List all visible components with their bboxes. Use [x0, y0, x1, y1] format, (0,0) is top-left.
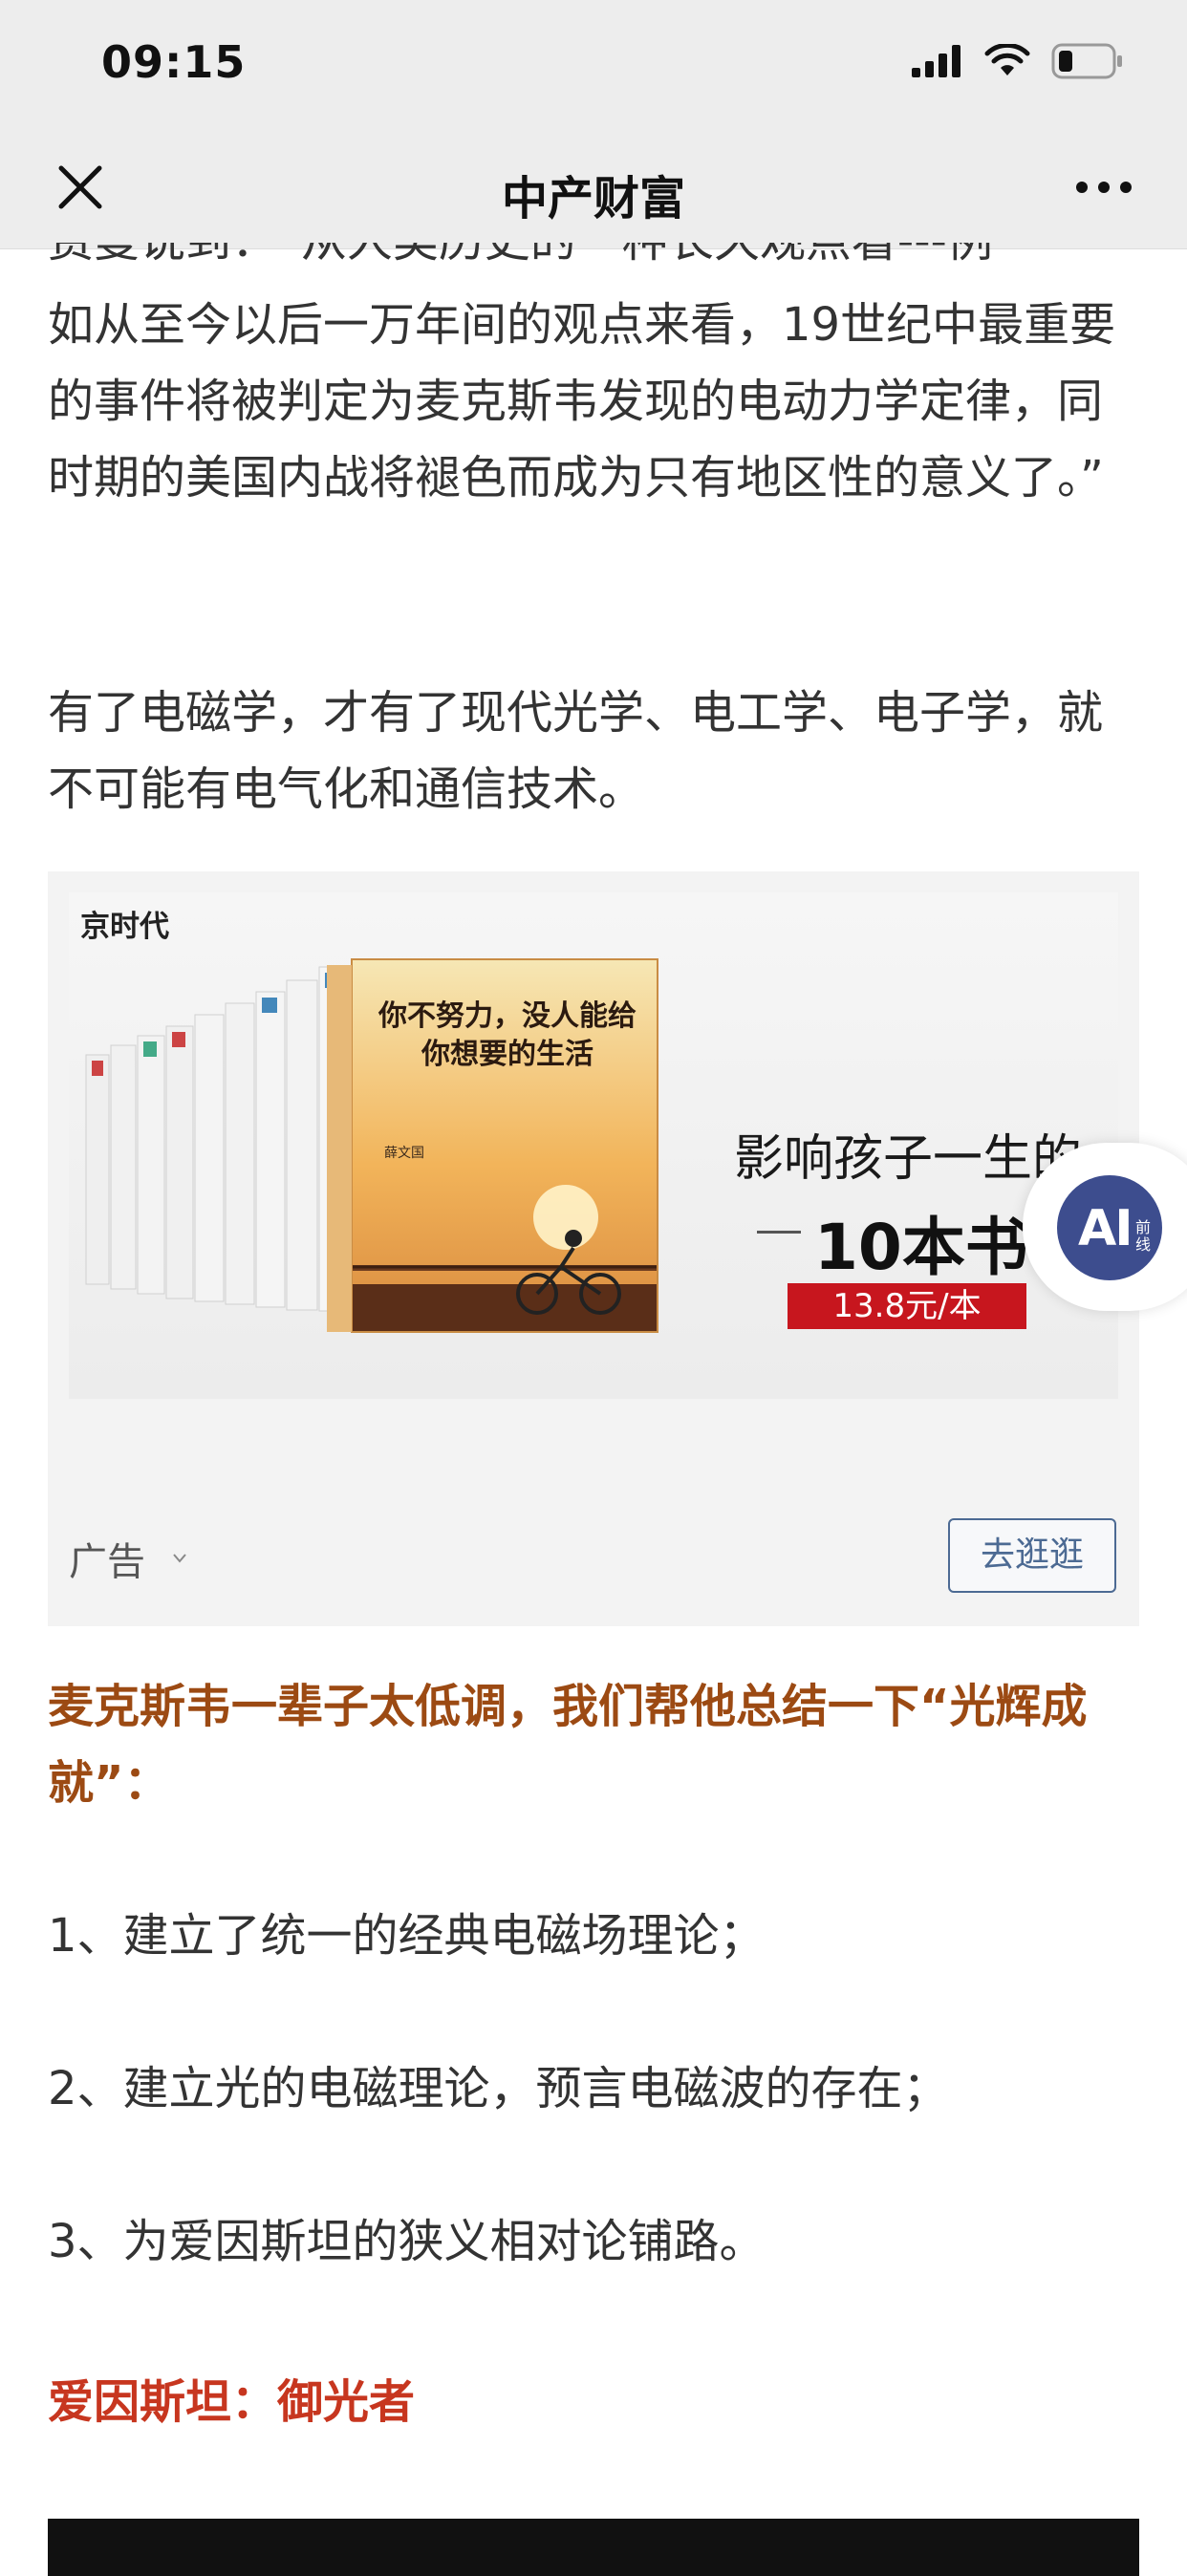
ad-subhead: 10本书	[814, 1211, 1028, 1284]
paragraph: 如从至今以后一万年间的观点来看，19世纪中最重要的事件将被判定为麦克斯韦发现的电…	[48, 298, 1116, 504]
status-bar: 09:15	[0, 0, 1187, 124]
ad-headline: 影响孩子一生的	[734, 1130, 1083, 1188]
ad-card[interactable]: 京时代 你不努力，没人能给你想要的生活 薛文国 影响孩子一生的 10本书 13.…	[48, 871, 1139, 1626]
battery-icon	[1051, 43, 1122, 79]
highlight-paragraph: 麦克斯韦一辈子太低调，我们帮他总结一下“光辉成就”：	[48, 1680, 1088, 1810]
cut-off-line: 费曼说到：“从人类历史的一种长久观点看---例	[48, 243, 1139, 266]
status-icons	[912, 42, 1124, 80]
ai-badge-text: AI	[1078, 1200, 1133, 1257]
ad-cover-title: 你不努力，没人能给你想要的生活	[378, 999, 637, 1071]
ad-dash	[757, 1231, 801, 1234]
ai-badge: AI 前线	[1057, 1175, 1162, 1280]
nav-bar: 中产财富	[0, 124, 1187, 249]
list-item: 2、建立光的电磁理论，预言电磁波的存在；	[48, 2062, 949, 2115]
more-icon[interactable]	[1074, 178, 1133, 197]
list-item: 3、为爱因斯坦的狭义相对论铺路。	[48, 2215, 766, 2268]
ad-price: 13.8元/本	[788, 1283, 1026, 1329]
page-title: 中产财富	[501, 172, 685, 225]
ai-badge-sub: 前线	[1135, 1218, 1152, 1254]
article-photo	[48, 2519, 1139, 2576]
ad-label-text: 广告	[69, 1540, 145, 1584]
paragraph: 有了电磁学，才有了现代光学、电工学、电子学，就不可能有电气化和通信技术。	[48, 686, 1104, 816]
signal-icon	[912, 45, 960, 77]
ai-float-button[interactable]: AI 前线	[1023, 1143, 1187, 1311]
ad-go-button[interactable]: 去逛逛	[948, 1518, 1116, 1593]
list-item: 1、建立了统一的经典电磁场理论；	[48, 1909, 766, 1963]
status-time: 09:15	[101, 36, 247, 88]
ad-cover-author: 薛文国	[384, 1146, 424, 1161]
chevron-down-icon	[172, 1554, 186, 1563]
section-title: 爱因斯坦：御光者	[48, 2375, 416, 2429]
ad-label[interactable]: 广告	[69, 1531, 186, 1586]
ad-image[interactable]: 京时代 你不努力，没人能给你想要的生活 薛文国 影响孩子一生的 10本书 13.…	[69, 892, 1118, 1399]
wifi-icon	[984, 44, 1030, 75]
